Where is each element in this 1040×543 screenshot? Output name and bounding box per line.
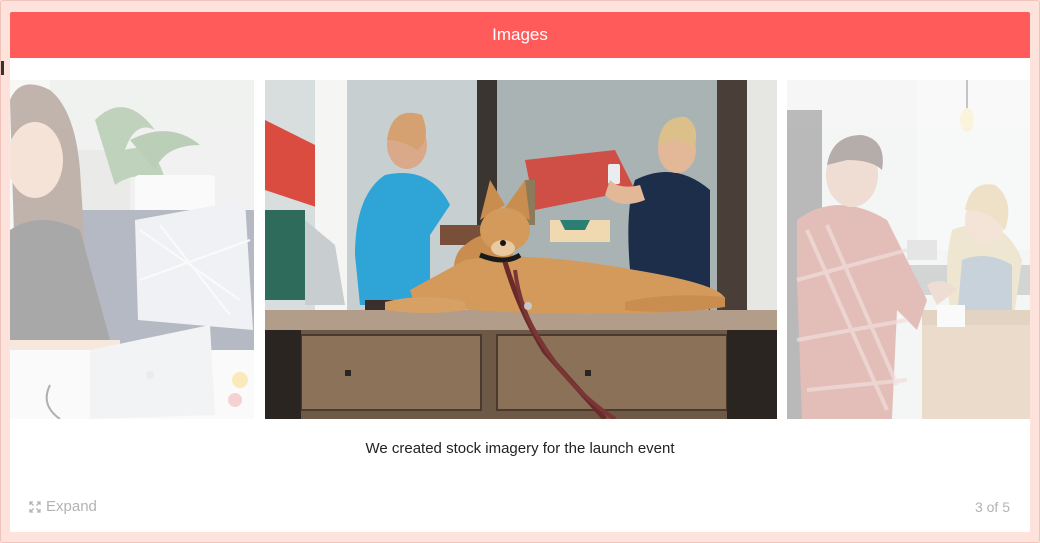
- previous-slide-image[interactable]: [10, 80, 254, 419]
- edge-marker: [1, 61, 4, 75]
- expand-label: Expand: [46, 498, 97, 515]
- kitchen-people-photo: [787, 80, 1030, 419]
- next-slide-image[interactable]: [787, 80, 1030, 419]
- dog-cafe-window-photo: [265, 80, 777, 419]
- image-gallery-card: Images We created stock imagery for the …: [10, 12, 1030, 532]
- slide-counter: 3 of 5: [974, 499, 1010, 515]
- woman-laptop-photo: [10, 80, 254, 419]
- expand-button[interactable]: Expand: [29, 498, 97, 515]
- gallery-header: Images: [10, 12, 1030, 58]
- gallery-title: Images: [492, 25, 548, 44]
- slide-caption: We created stock imagery for the launch …: [365, 440, 675, 457]
- expand-icon: [29, 500, 41, 513]
- current-slide-image[interactable]: [265, 80, 777, 419]
- gallery-frame: Images We created stock imagery for the …: [0, 0, 1040, 543]
